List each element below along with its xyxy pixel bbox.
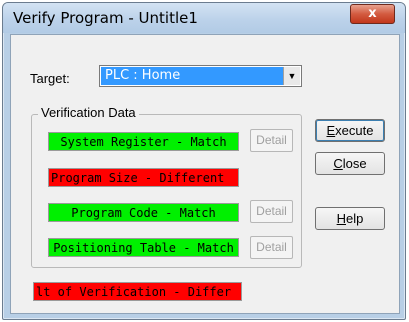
verification-data-label: Verification Data [38, 105, 139, 120]
chevron-down-icon[interactable]: ▼ [283, 67, 300, 85]
help-label: elp [346, 211, 364, 226]
window-title: Verify Program - Untitle1 [13, 9, 198, 27]
help-button[interactable]: Help [315, 207, 385, 230]
execute-mnemonic: E [326, 123, 336, 138]
positioning-table-status: Positioning Table - Match [48, 238, 239, 257]
program-size-status: Program Size - Different [48, 168, 239, 187]
program-code-detail-button[interactable]: Detail [250, 200, 293, 223]
close-button[interactable]: Close [315, 152, 385, 175]
system-register-status: System Register - Match [48, 132, 239, 151]
target-label: Target: [30, 71, 70, 86]
close-icon[interactable]: x [350, 4, 395, 24]
execute-label: xecute [335, 123, 374, 138]
target-select-value: PLC : Home [101, 67, 283, 85]
verify-program-dialog: Verify Program - Untitle1 x Target: PLC … [2, 2, 406, 320]
positioning-table-detail-button[interactable]: Detail [250, 236, 293, 259]
verification-result-status: lt of Verification - Differ [33, 282, 242, 301]
program-code-status: Program Code - Match [48, 203, 239, 222]
system-register-detail-button[interactable]: Detail [250, 129, 293, 152]
close-label: lose [342, 156, 367, 171]
execute-button[interactable]: Execute [315, 119, 385, 142]
help-mnemonic: H [336, 211, 347, 226]
target-select[interactable]: PLC : Home ▼ [99, 65, 302, 87]
title-bar[interactable]: Verify Program - Untitle1 x [3, 3, 405, 33]
dialog-body: Target: PLC : Home ▼ Verification Data S… [10, 34, 400, 314]
close-mnemonic: C [333, 156, 343, 171]
